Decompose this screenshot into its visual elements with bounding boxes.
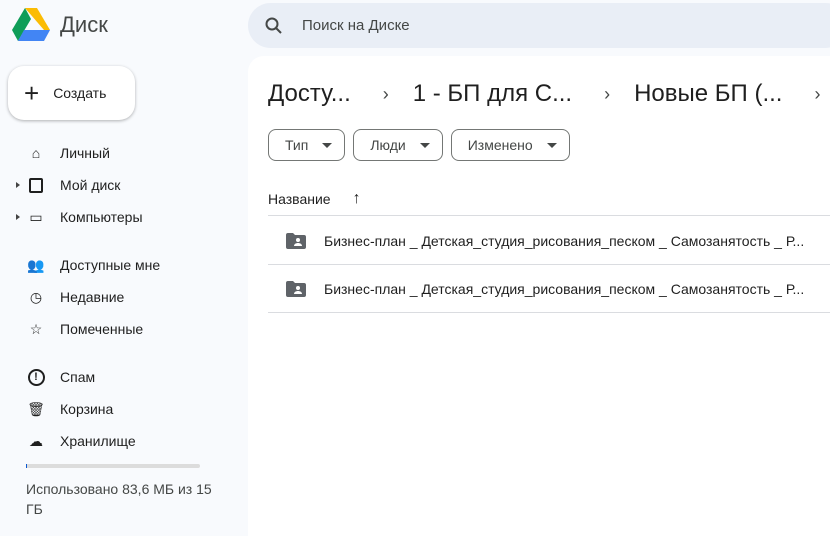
chevron-right-icon: › — [382, 83, 389, 104]
chevron-down-icon — [419, 142, 430, 148]
create-button[interactable]: + Создать — [8, 66, 135, 120]
drive-logo[interactable]: Диск — [12, 8, 108, 42]
chevron-right-icon: › — [604, 83, 611, 104]
search-icon[interactable] — [264, 16, 284, 36]
home-icon: ⌂ — [31, 145, 41, 161]
expand-icon[interactable] — [16, 182, 20, 188]
sidebar-item-computers[interactable]: ▭ Компьютеры — [0, 201, 240, 233]
drive-logo-icon — [12, 8, 50, 41]
table-row[interactable]: Бизнес-план _ Детская_студия_рисования_п… — [268, 217, 830, 265]
create-label: Создать — [53, 85, 107, 101]
sidebar-item-recent[interactable]: ◷ Недавние — [0, 281, 240, 313]
filter-label: Люди — [370, 137, 406, 153]
chevron-down-icon — [546, 142, 557, 148]
file-name: Бизнес-план _ Детская_студия_рисования_п… — [324, 232, 805, 249]
breadcrumb-item[interactable]: Досту... — [268, 80, 351, 108]
sidebar-item-label: Спам — [60, 369, 96, 385]
sidebar-item-label: Мой диск — [60, 177, 121, 193]
main-content: Досту... › 1 - БП для С... › Новые БП (...… — [248, 56, 830, 536]
table-row[interactable]: Бизнес-план _ Детская_студия_рисования_п… — [268, 265, 830, 313]
app-title: Диск — [60, 12, 108, 37]
filter-label: Изменено — [467, 137, 533, 153]
filter-people[interactable]: Люди — [353, 129, 443, 161]
sidebar-item-label: Личный — [60, 145, 110, 161]
sidebar-item-spam[interactable]: ! Спам — [0, 361, 240, 393]
breadcrumb-item[interactable]: 1 - БП для С... — [413, 80, 572, 108]
column-name-header[interactable]: Название — [268, 191, 331, 207]
filter-modified[interactable]: Изменено — [450, 129, 570, 161]
plus-icon: + — [24, 78, 40, 108]
search-input[interactable]: Поиск на Диске — [302, 17, 410, 34]
sidebar-item-storage[interactable]: ☁ Хранилище — [0, 425, 240, 457]
sidebar-item-starred[interactable]: ☆ Помеченные — [0, 313, 240, 345]
shared-folder-icon — [286, 232, 306, 249]
computers-icon: ▭ — [29, 208, 43, 225]
shared-icon: 👥 — [27, 256, 45, 273]
breadcrumb: Досту... › 1 - БП для С... › Новые БП (...… — [268, 80, 830, 108]
file-name: Бизнес-план _ Детская_студия_рисования_п… — [324, 280, 805, 297]
storage-bar — [26, 464, 200, 468]
chevron-down-icon — [322, 142, 333, 148]
drive-icon — [26, 175, 46, 195]
sidebar-item-label: Компьютеры — [60, 209, 143, 225]
expand-icon[interactable] — [16, 214, 20, 220]
storage-text: Использовано 83,6 МБ из 15 ГБ — [26, 481, 212, 517]
star-icon: ☆ — [29, 320, 43, 337]
cloud-icon: ☁ — [29, 432, 43, 449]
sidebar-item-label: Хранилище — [60, 433, 136, 449]
search-bar[interactable]: Поиск на Диске — [248, 3, 830, 48]
sidebar-item-label: Корзина — [60, 401, 114, 417]
spam-icon: ! — [26, 367, 46, 387]
sort-ascending-icon[interactable]: ↑ — [353, 190, 361, 208]
chevron-right-icon: › — [814, 83, 821, 104]
breadcrumb-item[interactable]: Новые БП (... — [634, 80, 782, 108]
shared-folder-icon — [286, 280, 306, 297]
sidebar-item-label: Помеченные — [60, 321, 144, 337]
filter-label: Тип — [285, 137, 309, 153]
sidebar-item-shared[interactable]: 👥 Доступные мне — [0, 249, 240, 281]
sidebar-nav: ⌂ Личный Мой диск ▭ Компьютеры 👥 Доступные … — [0, 137, 240, 457]
sidebar-item-label: Недавние — [60, 289, 125, 305]
sidebar-item-personal[interactable]: ⌂ Личный — [0, 137, 240, 169]
clock-icon: ◷ — [29, 288, 43, 305]
sidebar-item-trash[interactable]: 🗑 Корзина — [0, 393, 240, 425]
filter-type[interactable]: Тип — [268, 129, 346, 161]
sidebar-item-my-drive[interactable]: Мой диск — [0, 169, 240, 201]
trash-icon: 🗑 — [27, 400, 45, 417]
sidebar-item-label: Доступные мне — [60, 257, 161, 273]
filter-bar: Тип Люди Изменено — [268, 129, 570, 161]
table-header: Название ↑ — [268, 182, 830, 216]
